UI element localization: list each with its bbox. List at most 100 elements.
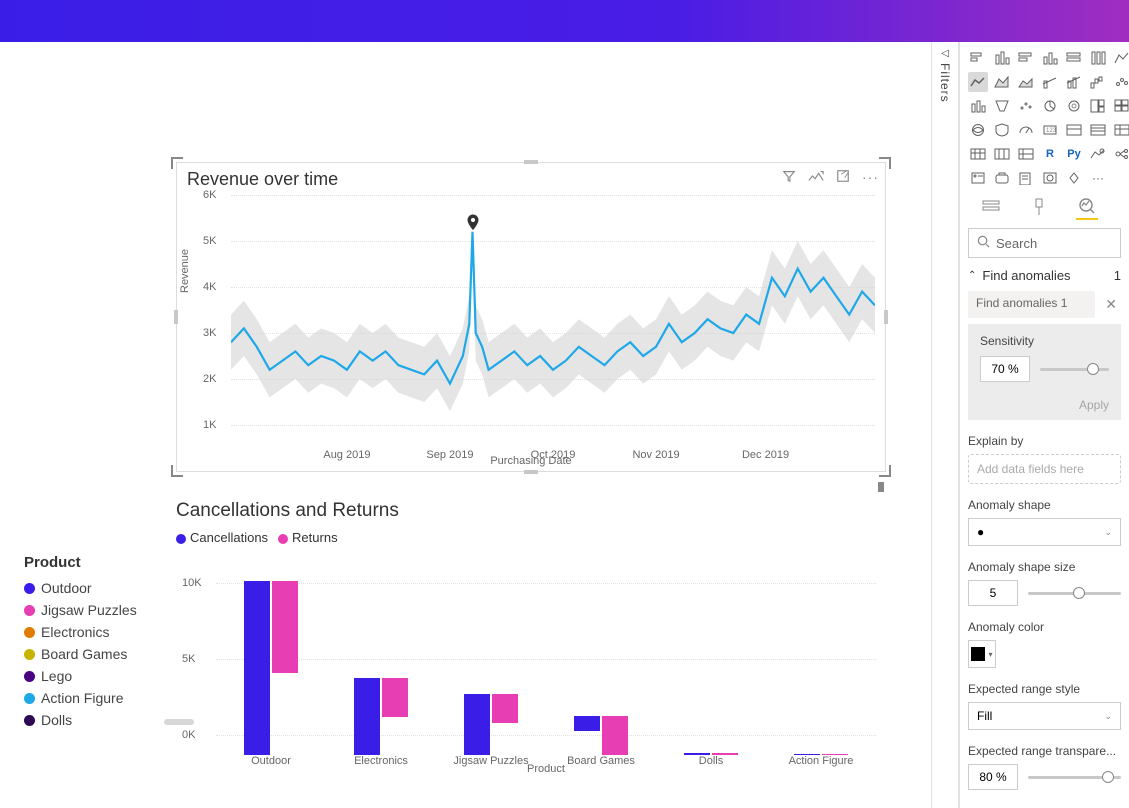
analytics-tab[interactable] xyxy=(1076,198,1098,220)
viz-globe-icon[interactable] xyxy=(968,120,988,140)
filter-icon[interactable] xyxy=(782,169,796,186)
viz-card-icon[interactable] xyxy=(1064,120,1084,140)
resize-handle-tr[interactable] xyxy=(879,157,891,169)
resize-handle-r[interactable] xyxy=(884,310,888,324)
viz-stacked-area-icon[interactable] xyxy=(1016,72,1036,92)
viz-map-icon[interactable] xyxy=(1112,96,1129,116)
apply-button[interactable]: Apply xyxy=(980,398,1109,412)
viz-line-icon[interactable] xyxy=(968,72,988,92)
bar-group[interactable]: Outdoor xyxy=(227,581,315,755)
returns-bar[interactable] xyxy=(272,581,298,674)
viz-r-visual-icon[interactable]: R xyxy=(1040,144,1060,164)
slider-thumb[interactable] xyxy=(1073,587,1085,599)
viz-smart-narrative-icon[interactable] xyxy=(992,168,1012,188)
viz-clustered-column-icon[interactable] xyxy=(1040,48,1060,68)
viz-table-icon[interactable] xyxy=(1112,120,1129,140)
viz-shield-icon[interactable] xyxy=(992,120,1012,140)
scrollbar-thumb[interactable] xyxy=(164,719,194,725)
anomaly-shape-select[interactable]: ●⌄ xyxy=(968,518,1121,546)
viz-pie-icon[interactable] xyxy=(1040,96,1060,116)
viz-100-column-icon[interactable] xyxy=(1088,48,1108,68)
slicer-item[interactable]: Dolls xyxy=(24,709,164,731)
revenue-line-chart[interactable]: Revenue over time ··· Revenue Purchasing… xyxy=(176,162,886,472)
returns-bar[interactable] xyxy=(602,716,628,755)
explain-icon[interactable] xyxy=(808,169,824,186)
viz-line-clustered-icon[interactable] xyxy=(1064,72,1084,92)
filters-pane-collapsed[interactable]: ◁ Filters xyxy=(931,42,959,808)
cancellations-bar[interactable] xyxy=(464,694,490,755)
expected-range-style-select[interactable]: Fill⌄ xyxy=(968,702,1121,730)
cancellations-bar[interactable] xyxy=(574,716,600,731)
slicer-item[interactable]: Action Figure xyxy=(24,687,164,709)
slider-thumb[interactable] xyxy=(1087,363,1099,375)
viz-matrix2-icon[interactable] xyxy=(1016,144,1036,164)
returns-bar[interactable] xyxy=(382,678,408,717)
anomaly-color-picker[interactable]: ▾ xyxy=(968,640,996,668)
expand-filters-icon[interactable]: ◁ xyxy=(941,48,949,59)
viz-scatter-icon[interactable] xyxy=(1112,72,1129,92)
resize-handle-tl[interactable] xyxy=(171,157,183,169)
bar-group[interactable]: Dolls xyxy=(667,753,755,755)
returns-bar[interactable] xyxy=(492,694,518,723)
viz-paginate-icon[interactable] xyxy=(1016,168,1036,188)
resize-handle-t[interactable] xyxy=(524,160,538,164)
product-slicer[interactable]: Product OutdoorJigsaw PuzzlesElectronics… xyxy=(24,554,164,731)
sensitivity-input[interactable]: 70 % xyxy=(980,356,1030,382)
more-options-icon[interactable]: ··· xyxy=(862,169,879,186)
cancellations-bar[interactable] xyxy=(354,678,380,755)
viz-table2-icon[interactable] xyxy=(992,144,1012,164)
resize-handle-bl[interactable] xyxy=(171,465,183,477)
viz-funnel-icon[interactable] xyxy=(992,96,1012,116)
cancellations-bar[interactable] xyxy=(244,581,270,755)
viz-multi-row-icon[interactable] xyxy=(1088,120,1108,140)
sensitivity-slider[interactable] xyxy=(1040,368,1109,371)
search-input[interactable]: Search xyxy=(968,228,1121,258)
focus-mode-icon[interactable] xyxy=(836,169,850,186)
bar-group[interactable]: Jigsaw Puzzles xyxy=(447,694,535,755)
remove-anomaly-button[interactable]: ✕ xyxy=(1101,291,1121,318)
slicer-item[interactable]: Board Games xyxy=(24,643,164,665)
cancellations-bar-chart[interactable]: Cancellations and Returns Cancellations … xyxy=(176,500,886,773)
viz-python-visual-icon[interactable]: Py xyxy=(1064,144,1084,164)
viz-blank-icon[interactable] xyxy=(1112,168,1129,188)
viz-waterfall-icon[interactable] xyxy=(1088,72,1108,92)
resize-handle-l[interactable] xyxy=(174,310,178,324)
slider-thumb[interactable] xyxy=(1102,771,1114,783)
bar-group[interactable]: Board Games xyxy=(557,716,645,755)
viz-column-icon[interactable] xyxy=(992,48,1012,68)
viz-treemap-icon[interactable] xyxy=(1088,96,1108,116)
bar-group[interactable]: Electronics xyxy=(337,678,425,755)
viz-more-icon[interactable]: ··· xyxy=(1088,168,1108,188)
slicer-item[interactable]: Lego xyxy=(24,665,164,687)
viz-clustered-bar-icon[interactable] xyxy=(1016,48,1036,68)
slicer-item[interactable]: Jigsaw Puzzles xyxy=(24,599,164,621)
viz-automate-icon[interactable] xyxy=(1064,168,1084,188)
viz-column-small-icon[interactable] xyxy=(968,96,988,116)
viz-stacked-bar-icon[interactable] xyxy=(968,48,988,68)
anomaly-instance-chip[interactable]: Find anomalies 1 xyxy=(968,291,1095,318)
find-anomalies-section[interactable]: ⌃ Find anomalies 1 xyxy=(968,268,1121,283)
viz-donut-icon[interactable] xyxy=(1064,96,1084,116)
viz-scatter2-icon[interactable] xyxy=(1016,96,1036,116)
resize-handle-br[interactable] xyxy=(879,465,891,477)
viz-area-icon[interactable] xyxy=(992,72,1012,92)
expected-range-transparency-input[interactable]: 80 % xyxy=(968,764,1018,790)
bar-group[interactable]: Action Figure xyxy=(777,754,865,755)
viz-gauge-icon[interactable] xyxy=(1016,120,1036,140)
viz-key-influencers-icon[interactable] xyxy=(1088,144,1108,164)
slicer-item[interactable]: Electronics xyxy=(24,621,164,643)
viz-kpi-icon[interactable]: 123 xyxy=(1040,120,1060,140)
report-canvas[interactable]: Revenue over time ··· Revenue Purchasing… xyxy=(0,42,931,808)
viz-qa-icon[interactable] xyxy=(968,168,988,188)
transparency-slider[interactable] xyxy=(1028,776,1121,779)
viz-decomp-icon[interactable] xyxy=(1112,144,1129,164)
resize-handle-b[interactable] xyxy=(524,470,538,474)
anomaly-shape-size-input[interactable]: 5 xyxy=(968,580,1018,606)
viz-100-bar-icon[interactable] xyxy=(1064,48,1084,68)
anomaly-size-slider[interactable] xyxy=(1028,592,1121,595)
explain-by-well[interactable]: Add data fields here xyxy=(968,454,1121,484)
viz-ribbon-icon[interactable] xyxy=(1112,48,1129,68)
viz-powerapps-icon[interactable] xyxy=(1040,168,1060,188)
viz-matrix-icon[interactable] xyxy=(968,144,988,164)
format-tab[interactable] xyxy=(1028,198,1050,220)
